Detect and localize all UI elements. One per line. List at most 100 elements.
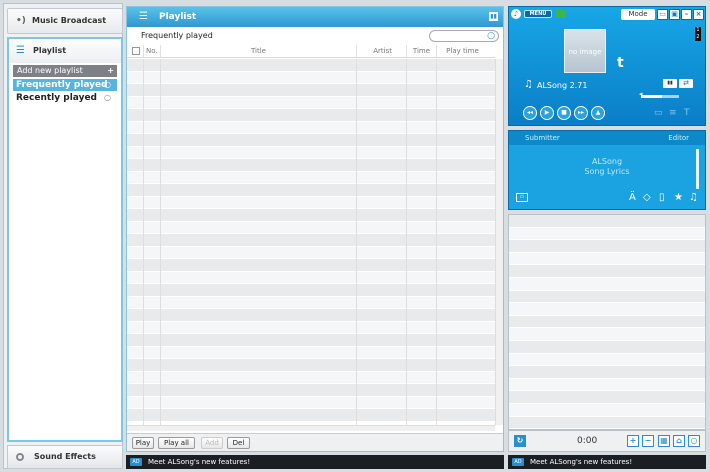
lyrics-scrollbar[interactable] [696,149,699,189]
queue-toolbar: ↻ 0:00 + − ▦ ⌂ ○ [508,430,706,452]
ad-text[interactable]: Meet ALSong's new features! [148,458,250,466]
music-broadcast-tab[interactable]: •) Music Broadcast [7,8,123,34]
lyrics-line: Song Lyrics [584,167,630,176]
submitter-label[interactable]: Submitter [525,131,560,145]
vertical-scrollbar[interactable] [495,59,503,425]
lyrics-display-icon[interactable]: ▭ [516,193,528,202]
search-icon[interactable]: ○ [688,435,700,447]
lyrics-panel: Submitter Editor ALSong Song Lyrics ▭ Ä … [508,130,706,210]
layout-icon[interactable]: ▭ [657,9,668,20]
app-logo-icon[interactable]: ♪ [511,9,521,19]
panel-toggle-icon[interactable]: ▮▮ [489,12,498,21]
table-row [127,196,495,209]
twitter-icon[interactable]: t [617,55,624,71]
audio-format-icon[interactable]: ▮▮ [663,79,677,88]
column-divider [406,59,407,425]
grid-icon[interactable]: ▦ [658,435,670,447]
table-row [509,265,705,278]
remove-icon[interactable]: − [642,435,654,447]
playlist-item-recently-played[interactable]: Recently played ○ [13,92,117,104]
select-all-checkbox[interactable] [132,47,140,55]
trash-icon[interactable]: ▯ [659,192,665,203]
bell-icon[interactable]: ♫ [689,192,698,203]
playlist-item-frequently-played[interactable]: Frequently played ○ [13,79,117,91]
table-row [127,71,495,84]
column-header-no[interactable]: No. [143,45,158,58]
table-row [127,309,495,322]
table-row [509,328,705,341]
add-icon[interactable]: + [627,435,639,447]
music-broadcast-label: Music Broadcast [32,16,107,25]
eject-button[interactable]: ▲ [591,106,605,120]
equalizer-icon[interactable]: ≡ [669,108,677,118]
table-row [509,252,705,266]
table-row [509,315,705,329]
table-row [127,121,495,134]
volume-slider[interactable] [641,95,679,98]
table-row [509,290,705,304]
shuffle-icon[interactable]: ▭ [654,108,663,118]
edit-icon[interactable]: ◇ [643,192,651,203]
star-icon[interactable]: ★ [674,192,683,203]
minimize-icon[interactable]: – [681,9,692,20]
text-icon[interactable]: T [684,108,690,118]
font-icon[interactable]: Ä [629,192,636,203]
horizontal-scrollbar[interactable] [127,425,495,431]
table-row [509,366,705,379]
column-divider [356,59,357,425]
next-button[interactable]: ▸▸ [574,106,588,120]
search-icon[interactable]: ○ [487,28,495,44]
repeat-icon[interactable]: ⇄ [679,79,693,88]
column-divider [436,59,437,425]
shuffle-queue-icon[interactable]: ↻ [514,435,526,447]
previous-button[interactable]: ◂◂ [523,106,537,120]
left-panel: •) Music Broadcast ☰ Playlist Add new pl… [3,3,123,469]
playlist-tab[interactable]: ☰ Playlist [9,39,121,63]
mode-button[interactable]: Mode [621,9,655,20]
ad-text[interactable]: Meet ALSong's new features! [530,458,632,466]
playlist-section: ☰ Playlist Add new playlist + Frequently… [7,37,123,442]
table-header: No. Title Artist Time Play time [127,45,495,58]
sound-effects-tab[interactable]: Sound Effects [7,445,123,469]
play-all-button[interactable]: Play all [158,437,195,449]
table-row [127,96,495,109]
search-input[interactable]: ○ [429,30,499,42]
column-divider [160,59,161,425]
table-row [127,59,495,72]
flag-icon[interactable] [556,10,566,18]
table-row [509,240,705,253]
add-playlist-button[interactable]: Add new playlist + [13,65,117,77]
column-header-time[interactable]: Time [406,45,436,58]
table-row [509,391,705,404]
tree-icon[interactable]: ⌂ [673,435,685,447]
playlist-button-bar: Play Play all Add Del [127,433,503,451]
add-button[interactable]: Add [201,437,223,449]
list-icon: ☰ [16,45,25,56]
add-playlist-label: Add new playlist [17,66,83,75]
column-header-title[interactable]: Title [160,45,356,58]
ad-bar-right[interactable]: AD Meet ALSong's new features! [508,455,706,469]
sound-effects-icon [16,453,24,461]
mini-mode-icon[interactable]: ▣ [669,9,680,20]
editor-label[interactable]: Editor [668,131,689,145]
playlist-item-label: Frequently played [16,80,108,90]
stop-button[interactable]: ■ [557,106,571,120]
broadcast-icon: •) [16,16,26,26]
table-row [509,227,705,241]
column-header-play-time[interactable]: Play time [436,45,488,58]
table-row [127,409,495,422]
current-playlist-bar: Frequently played ○ [127,28,503,44]
close-icon[interactable]: × [693,9,704,20]
search-icon[interactable]: ○ [104,92,111,104]
ad-bar[interactable]: AD Meet ALSong's new features! [126,455,504,469]
song-icon: ♫ [524,79,533,90]
search-icon[interactable]: ○ [104,79,111,91]
volume-level [641,95,662,98]
menu-button[interactable]: MENU [524,10,552,18]
column-header-artist[interactable]: Artist [356,45,406,58]
play-button[interactable]: Play [132,437,154,449]
ad-badge: AD [512,458,524,466]
current-playlist-name: Frequently played [141,31,213,40]
play-button[interactable]: ▶ [540,106,554,120]
delete-button[interactable]: Del [227,437,250,449]
